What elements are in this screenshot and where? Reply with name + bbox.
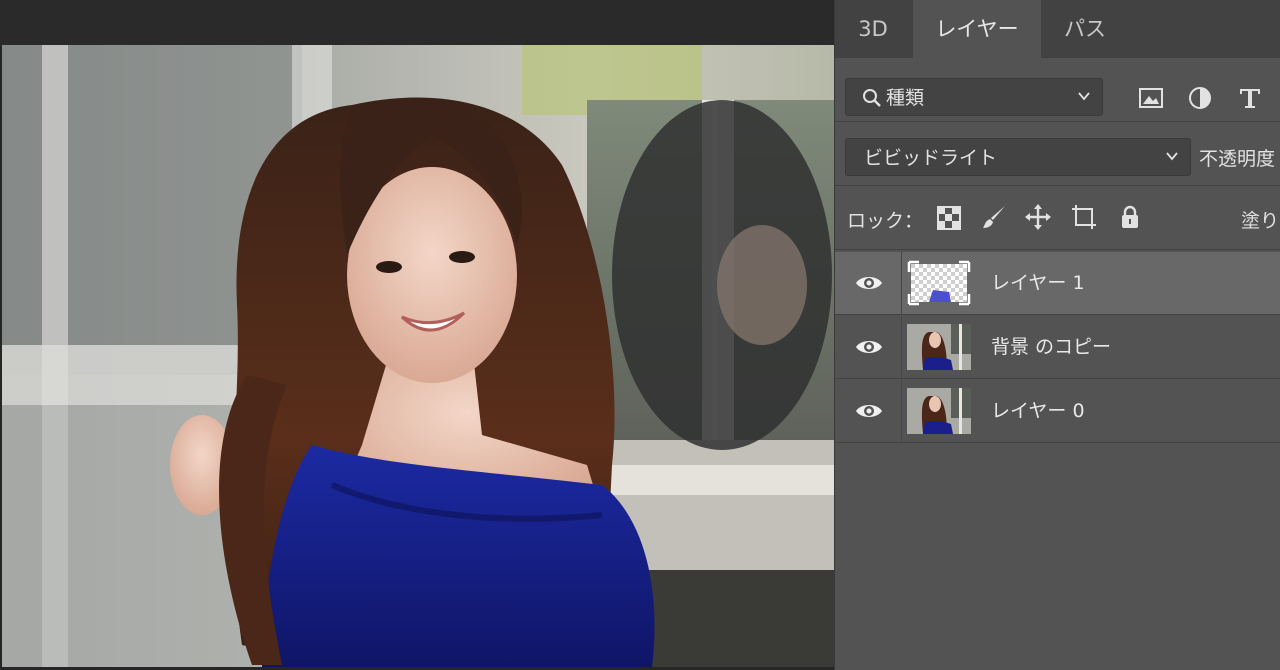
document-canvas-area: [0, 0, 834, 670]
layer-row[interactable]: 背景 のコピー: [835, 316, 1280, 379]
chevron-down-icon: [1166, 152, 1178, 161]
panel-tab-bar: 3D レイヤー パス: [835, 0, 1280, 58]
image-filter-icon[interactable]: [1138, 85, 1164, 111]
blend-mode-label: ビビッドライト: [864, 147, 998, 169]
blend-mode-select[interactable]: ビビッドライト: [845, 138, 1191, 176]
lock-image-pixels-icon[interactable]: [981, 204, 1007, 230]
eye-icon[interactable]: [855, 400, 883, 422]
lock-row: ロック： 塗り: [835, 186, 1280, 250]
layer-thumbnail[interactable]: [907, 260, 971, 306]
layer-name[interactable]: 背景 のコピー: [991, 316, 1111, 379]
opacity-label: 不透明度: [1199, 148, 1276, 170]
layer-filter-select[interactable]: 種類: [845, 78, 1103, 116]
photo-thumbnail-image: [907, 388, 971, 434]
blend-mode-row: ビビッドライト 不透明度: [835, 122, 1280, 186]
transparent-thumbnail-image: [907, 260, 971, 306]
eye-icon[interactable]: [855, 336, 883, 358]
layer-divider: [901, 380, 902, 443]
lock-transparent-pixels-icon[interactable]: [937, 206, 961, 230]
layer-filter-row: 種類: [835, 58, 1280, 122]
layer-divider: [901, 316, 902, 379]
document-top-bar: [0, 0, 834, 45]
type-filter-icon[interactable]: [1237, 85, 1263, 111]
eye-icon[interactable]: [855, 272, 883, 294]
lock-position-icon[interactable]: [1025, 204, 1051, 230]
chevron-down-icon: [1078, 92, 1090, 101]
document-photo-canvas[interactable]: [2, 45, 834, 667]
layer-thumbnail[interactable]: [907, 388, 971, 434]
fill-label: 塗り: [1241, 210, 1280, 232]
layer-thumbnail[interactable]: [907, 324, 971, 370]
search-icon: [863, 89, 881, 107]
tab-layers[interactable]: レイヤー: [913, 0, 1041, 58]
tab-3d[interactable]: 3D: [835, 0, 911, 58]
adjustment-filter-icon[interactable]: [1187, 85, 1213, 111]
layer-name[interactable]: レイヤー 1: [991, 252, 1085, 315]
layer-row[interactable]: レイヤー 0: [835, 380, 1280, 443]
lock-artboard-icon[interactable]: [1071, 204, 1097, 230]
layer-name[interactable]: レイヤー 0: [991, 380, 1085, 443]
layers-panel: 3D レイヤー パス 種類 ビビッドライト 不透明度 ロック： 塗り レイヤー …: [834, 0, 1280, 670]
lock-label: ロック：: [847, 210, 924, 232]
lock-all-icon[interactable]: [1117, 204, 1143, 230]
photo-thumbnail-image: [907, 324, 971, 370]
tab-paths[interactable]: パス: [1043, 0, 1127, 58]
layer-filter-label: 種類: [886, 87, 925, 109]
layer-row[interactable]: レイヤー 1: [835, 252, 1280, 315]
photo-image: [2, 45, 834, 667]
layer-divider: [901, 252, 902, 315]
